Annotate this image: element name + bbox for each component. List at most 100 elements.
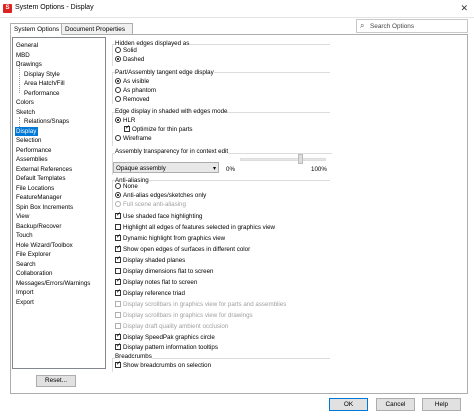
tree-item-search[interactable]: Search bbox=[15, 260, 38, 269]
show-breadcrumbs-checkbox[interactable]: Show breadcrumbs on selection bbox=[115, 362, 211, 370]
highlight-all-edges-checkbox[interactable]: Highlight all edges of features selected… bbox=[115, 224, 275, 232]
option-label: Wireframe bbox=[123, 135, 152, 142]
radio-icon bbox=[115, 47, 121, 53]
radio-selected-icon bbox=[115, 192, 121, 198]
checkbox-checked-icon bbox=[115, 279, 121, 285]
transparency-label: Assembly transparency for in context edi… bbox=[115, 148, 229, 155]
tree-item-spin-box-increments[interactable]: Spin Box Increments bbox=[15, 203, 75, 212]
tab-system-options[interactable]: System Options bbox=[10, 23, 62, 35]
tree-item-drawings-performance[interactable]: Performance bbox=[23, 89, 61, 98]
option-label: Show breadcrumbs on selection bbox=[123, 362, 212, 369]
open-edges-color-checkbox[interactable]: Show open edges of surfaces in different… bbox=[115, 246, 250, 254]
checkbox-checked-icon bbox=[115, 290, 121, 296]
tree-item-export[interactable]: Export bbox=[15, 298, 36, 307]
checkbox-icon bbox=[115, 301, 121, 307]
tree-item-backup-recover[interactable]: Backup/Recover bbox=[15, 222, 63, 231]
option-label: Dynamic highlight from graphics view bbox=[123, 235, 226, 242]
speedpak-circle-checkbox[interactable]: Display SpeedPak graphics circle bbox=[115, 334, 215, 342]
tree-item-assemblies[interactable]: Assemblies bbox=[15, 155, 50, 164]
hidden-edges-solid-option[interactable]: Solid bbox=[115, 47, 137, 55]
tree-item-file-explorer[interactable]: File Explorer bbox=[15, 250, 53, 259]
ok-button[interactable]: OK bbox=[329, 398, 368, 411]
tangent-as-visible-option[interactable]: As visible bbox=[115, 78, 149, 86]
radio-selected-icon bbox=[115, 117, 121, 123]
search-box[interactable]: ⌕ Search Options bbox=[356, 19, 468, 33]
option-label: HLR bbox=[123, 117, 136, 124]
checkbox-checked-icon bbox=[115, 257, 121, 263]
window-title: System Options - Display bbox=[15, 4, 94, 11]
tree-item-touch[interactable]: Touch bbox=[15, 231, 35, 240]
tree-item-selection[interactable]: Selection bbox=[15, 136, 43, 145]
tree-item-file-locations[interactable]: File Locations bbox=[15, 184, 56, 193]
hidden-edges-group bbox=[112, 44, 330, 66]
options-tree[interactable]: General MBD Drawings Display Style Area … bbox=[12, 37, 106, 369]
ambient-occlusion-checkbox[interactable]: Display draft quality ambient occlusion bbox=[115, 323, 228, 331]
tree-item-general[interactable]: General bbox=[15, 41, 40, 50]
tree-item-view[interactable]: View bbox=[15, 212, 31, 221]
tree-item-display-style[interactable]: Display Style bbox=[23, 70, 62, 79]
tree-item-featuremanager[interactable]: FeatureManager bbox=[15, 193, 64, 202]
tree-item-default-templates[interactable]: Default Templates bbox=[15, 174, 67, 183]
checkbox-icon bbox=[115, 312, 121, 318]
tree-item-mbd[interactable]: MBD bbox=[15, 51, 32, 60]
radio-selected-icon bbox=[115, 78, 121, 84]
tree-item-performance[interactable]: Performance bbox=[15, 146, 53, 155]
optimize-thin-parts-checkbox[interactable]: Optimize for thin parts bbox=[124, 126, 193, 134]
shaded-face-highlighting-checkbox[interactable]: Use shaded face highlighting bbox=[115, 213, 202, 221]
help-button[interactable]: Help bbox=[422, 398, 461, 411]
cancel-button[interactable]: Cancel bbox=[376, 398, 415, 411]
dynamic-highlight-checkbox[interactable]: Dynamic highlight from graphics view bbox=[115, 235, 225, 243]
radio-icon bbox=[115, 135, 121, 141]
tree-item-colors[interactable]: Colors bbox=[15, 98, 36, 107]
tree-item-hole-wizard-toolbox[interactable]: Hole Wizard/Toolbox bbox=[15, 241, 75, 250]
pattern-tooltips-checkbox[interactable]: Display pattern information tooltips bbox=[115, 344, 218, 352]
tangent-as-phantom-option[interactable]: As phantom bbox=[115, 87, 156, 95]
tree-item-messages-errors-warnings[interactable]: Messages/Errors/Warnings bbox=[15, 279, 92, 288]
tangent-edge-label: Part/Assembly tangent edge display bbox=[115, 69, 214, 76]
radio-icon bbox=[115, 201, 121, 207]
tree-item-external-references[interactable]: External References bbox=[15, 165, 74, 174]
option-label: Dashed bbox=[123, 56, 145, 63]
checkbox-checked-icon bbox=[115, 334, 121, 340]
close-icon[interactable]: ✕ bbox=[460, 3, 468, 14]
shaded-planes-checkbox[interactable]: Display shaded planes bbox=[115, 257, 185, 265]
scrollbars-parts-checkbox[interactable]: Display scrollbars in graphics view for … bbox=[115, 301, 286, 309]
aa-none-option[interactable]: None bbox=[115, 183, 138, 191]
dimensions-flat-checkbox[interactable]: Display dimensions flat to screen bbox=[115, 268, 213, 276]
search-input[interactable]: Search Options bbox=[370, 23, 414, 30]
notes-flat-checkbox[interactable]: Display notes flat to screen bbox=[115, 279, 197, 287]
tree-item-drawings[interactable]: Drawings bbox=[15, 60, 44, 69]
tree-item-relations-snaps[interactable]: Relations/Snaps bbox=[23, 117, 71, 126]
hidden-edges-label: Hidden edges displayed as bbox=[115, 40, 190, 47]
reference-triad-checkbox[interactable]: Display reference triad bbox=[115, 290, 185, 298]
wireframe-option[interactable]: Wireframe bbox=[115, 135, 152, 143]
slider-min-label: 0% bbox=[226, 166, 235, 173]
tree-item-display[interactable]: Display bbox=[15, 126, 39, 136]
dialog-footer: OK Cancel Help bbox=[0, 394, 474, 418]
tangent-removed-option[interactable]: Removed bbox=[115, 96, 149, 104]
aa-edges-only-option[interactable]: Anti-alias edges/sketches only bbox=[115, 192, 206, 200]
option-label: Optimize for thin parts bbox=[132, 126, 193, 133]
hlr-option[interactable]: HLR bbox=[115, 117, 135, 125]
tree-item-area-hatch-fill[interactable]: Area Hatch/Fill bbox=[23, 79, 67, 88]
aa-full-scene-option[interactable]: Full scene anti-aliasing bbox=[115, 201, 186, 209]
transparency-select[interactable]: Opaque assembly ▾ bbox=[113, 162, 219, 173]
option-label: Show open edges of surfaces in different… bbox=[123, 246, 251, 253]
transparency-slider-thumb[interactable] bbox=[298, 154, 304, 164]
transparency-value: Opaque assembly bbox=[116, 165, 166, 172]
tree-item-collaboration[interactable]: Collaboration bbox=[15, 269, 54, 278]
shaded-mode-label: Edge display in shaded with edges mode bbox=[115, 108, 228, 115]
option-label: Display notes flat to screen bbox=[123, 279, 198, 286]
option-label: Highlight all edges of features selected… bbox=[123, 224, 276, 231]
option-label: Full scene anti-aliasing bbox=[123, 201, 186, 208]
transparency-slider[interactable] bbox=[240, 158, 326, 161]
option-label: Display SpeedPak graphics circle bbox=[123, 334, 215, 341]
scrollbars-drawings-checkbox[interactable]: Display scrollbars in graphics view for … bbox=[115, 312, 253, 320]
hidden-edges-dashed-option[interactable]: Dashed bbox=[115, 56, 144, 64]
checkbox-icon bbox=[115, 323, 121, 329]
tree-item-sketch[interactable]: Sketch bbox=[15, 108, 37, 117]
option-label: Display draft quality ambient occlusion bbox=[123, 323, 229, 330]
slider-max-label: 100% bbox=[311, 166, 327, 173]
reset-button[interactable]: Reset... bbox=[36, 375, 76, 387]
tree-item-import[interactable]: Import bbox=[15, 288, 36, 297]
